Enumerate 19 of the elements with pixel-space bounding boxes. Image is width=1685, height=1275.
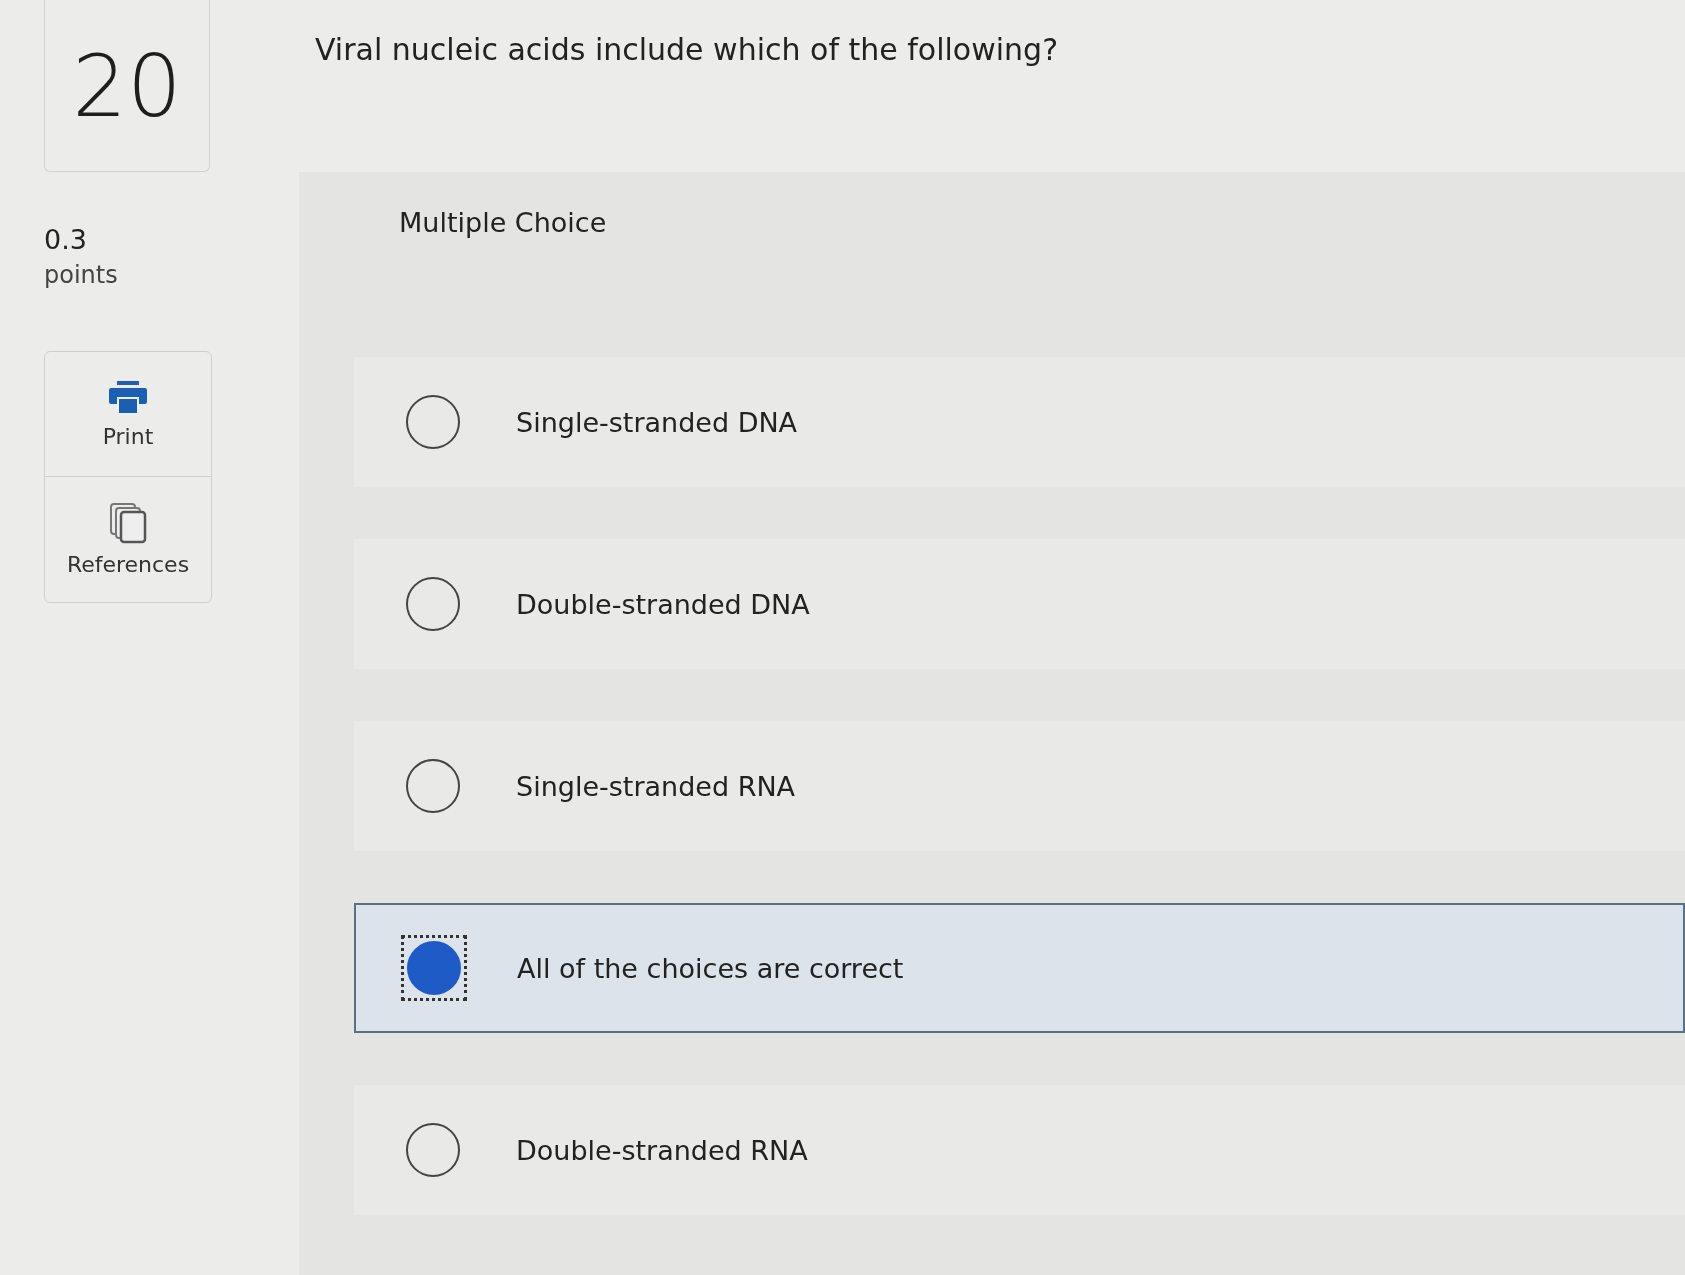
tool-button[interactable]: Print: [45, 352, 211, 477]
tool-button[interactable]: References: [45, 477, 211, 602]
answer-choice[interactable]: Double-stranded RNA: [354, 1085, 1685, 1215]
radio-button[interactable]: [406, 577, 460, 631]
radio-button[interactable]: [406, 759, 460, 813]
radio-button[interactable]: [406, 395, 460, 449]
answer-choice[interactable]: All of the choices are correct: [354, 903, 1685, 1033]
radio-button[interactable]: [407, 941, 461, 995]
answer-choice[interactable]: Single-stranded RNA: [354, 721, 1685, 851]
question-text: Viral nucleic acids include which of the following?: [315, 32, 1060, 69]
answer-choice[interactable]: Double-stranded DNA: [354, 539, 1685, 669]
points-label: points: [44, 261, 119, 289]
answer-choice[interactable]: Single-stranded DNA: [354, 357, 1685, 487]
documents-icon: [109, 502, 147, 544]
question-number: 20: [72, 35, 182, 136]
points-value: 0.3: [44, 224, 88, 255]
radio-button[interactable]: [406, 1123, 460, 1177]
answer-type-label: Multiple Choice: [399, 207, 608, 240]
printer-icon: [107, 379, 149, 416]
